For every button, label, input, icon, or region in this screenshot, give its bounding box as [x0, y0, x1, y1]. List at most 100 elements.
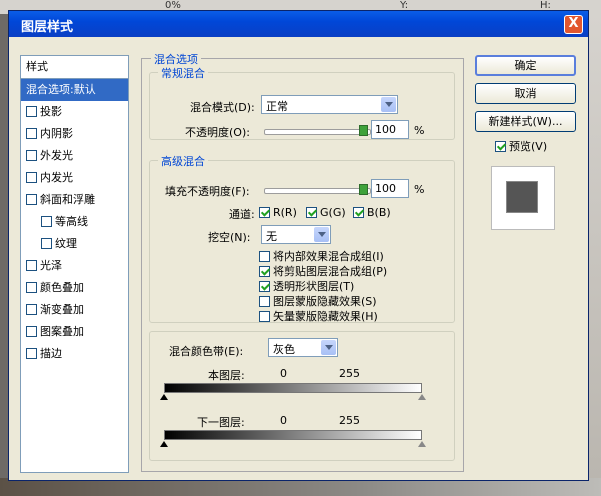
underlying-gradient	[164, 430, 422, 440]
close-icon: X	[568, 16, 579, 31]
underlying-white-handle[interactable]	[418, 441, 426, 447]
blend-mode-label: 混合模式(D):	[190, 101, 255, 114]
style-checkbox[interactable]	[26, 260, 37, 271]
preview-checkbox[interactable]: 预览(V)	[495, 138, 547, 154]
channels-label: 通道:	[229, 208, 255, 221]
styles-list: 样式 混合选项:默认投影内阴影外发光内发光斜面和浮雕等高线纹理光泽颜色叠加渐变叠…	[20, 55, 129, 473]
this-layer-white-handle[interactable]	[418, 394, 426, 400]
style-checkbox[interactable]	[41, 216, 52, 227]
fill-opacity-slider-handle[interactable]	[359, 184, 368, 195]
advanced-option-label: 透明形状图层(T)	[273, 280, 355, 293]
style-checkbox[interactable]	[26, 282, 37, 293]
close-button[interactable]: X	[564, 15, 583, 34]
advanced-option-checkbox[interactable]	[259, 281, 270, 292]
advanced-option-label: 将内部效果混合成组(I)	[273, 250, 384, 263]
checkbox-r[interactable]	[259, 207, 270, 218]
knockout-value: 无	[266, 230, 277, 243]
style-item-label: 内阴影	[40, 127, 73, 140]
layer-style-dialog: 图层样式 X 样式 混合选项:默认投影内阴影外发光内发光斜面和浮雕等高线纹理光泽…	[8, 10, 589, 481]
style-checkbox[interactable]	[26, 194, 37, 205]
style-checkbox[interactable]	[26, 106, 37, 117]
underlying-min: 0	[280, 414, 287, 427]
style-item[interactable]: 颜色叠加	[21, 277, 128, 299]
blending-options-group: 混合选项 常规混合 混合模式(D): 正常 不透明度(O): 100 % 高级混…	[141, 51, 464, 472]
opacity-unit: %	[414, 124, 425, 137]
style-item[interactable]: 混合选项:默认	[21, 79, 128, 101]
this-layer-min: 0	[280, 367, 287, 380]
style-item-label: 渐变叠加	[40, 303, 84, 316]
cancel-button[interactable]: 取消	[475, 83, 576, 104]
style-item[interactable]: 等高线	[21, 211, 128, 233]
opacity-slider-handle[interactable]	[359, 125, 368, 136]
style-item[interactable]: 投影	[21, 101, 128, 123]
knockout-select[interactable]: 无	[261, 225, 331, 244]
style-item-label: 内发光	[40, 171, 73, 184]
advanced-option[interactable]: 透明形状图层(T)	[259, 278, 354, 294]
styles-header[interactable]: 样式	[21, 56, 128, 79]
blend-if-box: 混合颜色带(E): 灰色 本图层: 0 255 下一图层: 0 255	[149, 331, 455, 461]
style-item[interactable]: 内发光	[21, 167, 128, 189]
advanced-option-checkbox[interactable]	[259, 266, 270, 277]
style-item[interactable]: 图案叠加	[21, 321, 128, 343]
style-item[interactable]: 内阴影	[21, 123, 128, 145]
title-bar[interactable]: 图层样式 X	[9, 11, 588, 37]
new-style-button[interactable]: 新建样式(W)...	[475, 111, 576, 132]
advanced-option-checkbox[interactable]	[259, 251, 270, 262]
style-item-label: 颜色叠加	[40, 281, 84, 294]
advanced-option[interactable]: 矢量蒙版隐藏效果(H)	[259, 308, 378, 324]
advanced-option-checkbox[interactable]	[259, 311, 270, 322]
blend-if-select[interactable]: 灰色	[268, 338, 338, 357]
style-checkbox[interactable]	[26, 304, 37, 315]
style-item[interactable]: 斜面和浮雕	[21, 189, 128, 211]
style-item[interactable]: 纹理	[21, 233, 128, 255]
opacity-input[interactable]: 100	[371, 120, 409, 139]
advanced-option[interactable]: 图层蒙版隐藏效果(S)	[259, 293, 377, 309]
style-checkbox[interactable]	[26, 172, 37, 183]
opacity-label: 不透明度(O):	[185, 126, 250, 139]
style-checkbox[interactable]	[26, 348, 37, 359]
dialog-title: 图层样式	[21, 20, 74, 35]
checkbox-g[interactable]	[306, 207, 317, 218]
style-item[interactable]: 外发光	[21, 145, 128, 167]
chevron-down-icon	[314, 227, 329, 242]
preview-swatch	[507, 182, 537, 212]
style-checkbox[interactable]	[26, 150, 37, 161]
advanced-blending-title: 高级混合	[158, 153, 208, 169]
blend-if-value: 灰色	[273, 343, 295, 356]
channel-g-checkbox[interactable]: G(G)	[306, 206, 346, 219]
underlying-label: 下一图层:	[197, 416, 245, 429]
advanced-blending-box: 高级混合 填充不透明度(F): 100 % 通道: R(R) G(G) B(B)…	[149, 153, 455, 324]
style-checkbox[interactable]	[26, 128, 37, 139]
this-layer-label: 本图层:	[208, 369, 245, 382]
advanced-option-checkbox[interactable]	[259, 296, 270, 307]
fill-opacity-input[interactable]: 100	[371, 179, 409, 198]
blend-if-label: 混合颜色带(E):	[169, 345, 244, 358]
blend-mode-select[interactable]: 正常	[261, 95, 398, 114]
this-layer-black-handle[interactable]	[160, 394, 168, 400]
channel-r-checkbox[interactable]: R(R)	[259, 206, 297, 219]
checkbox-preview[interactable]	[495, 141, 506, 152]
fill-opacity-unit: %	[414, 183, 425, 196]
advanced-option-label: 图层蒙版隐藏效果(S)	[273, 295, 377, 308]
checkbox-b[interactable]	[353, 207, 364, 218]
style-checkbox[interactable]	[41, 238, 52, 249]
underlying-max: 255	[339, 414, 360, 427]
style-item[interactable]: 光泽	[21, 255, 128, 277]
style-checkbox[interactable]	[26, 326, 37, 337]
advanced-option[interactable]: 将内部效果混合成组(I)	[259, 248, 384, 264]
ok-button[interactable]: 确定	[475, 55, 576, 76]
style-item[interactable]: 描边	[21, 343, 128, 365]
opacity-slider[interactable]	[264, 129, 371, 135]
style-item-label: 混合选项:默认	[26, 83, 96, 96]
advanced-option[interactable]: 将剪贴图层混合成组(P)	[259, 263, 387, 279]
style-item-label: 外发光	[40, 149, 73, 162]
underlying-black-handle[interactable]	[160, 441, 168, 447]
style-item-label: 光泽	[40, 259, 62, 272]
fill-opacity-slider[interactable]	[264, 188, 371, 194]
style-preview	[491, 166, 555, 230]
style-item[interactable]: 渐变叠加	[21, 299, 128, 321]
general-blending-title: 常规混合	[158, 65, 208, 81]
style-item-label: 图案叠加	[40, 325, 84, 338]
channel-b-checkbox[interactable]: B(B)	[353, 206, 391, 219]
style-item-label: 等高线	[55, 215, 88, 228]
